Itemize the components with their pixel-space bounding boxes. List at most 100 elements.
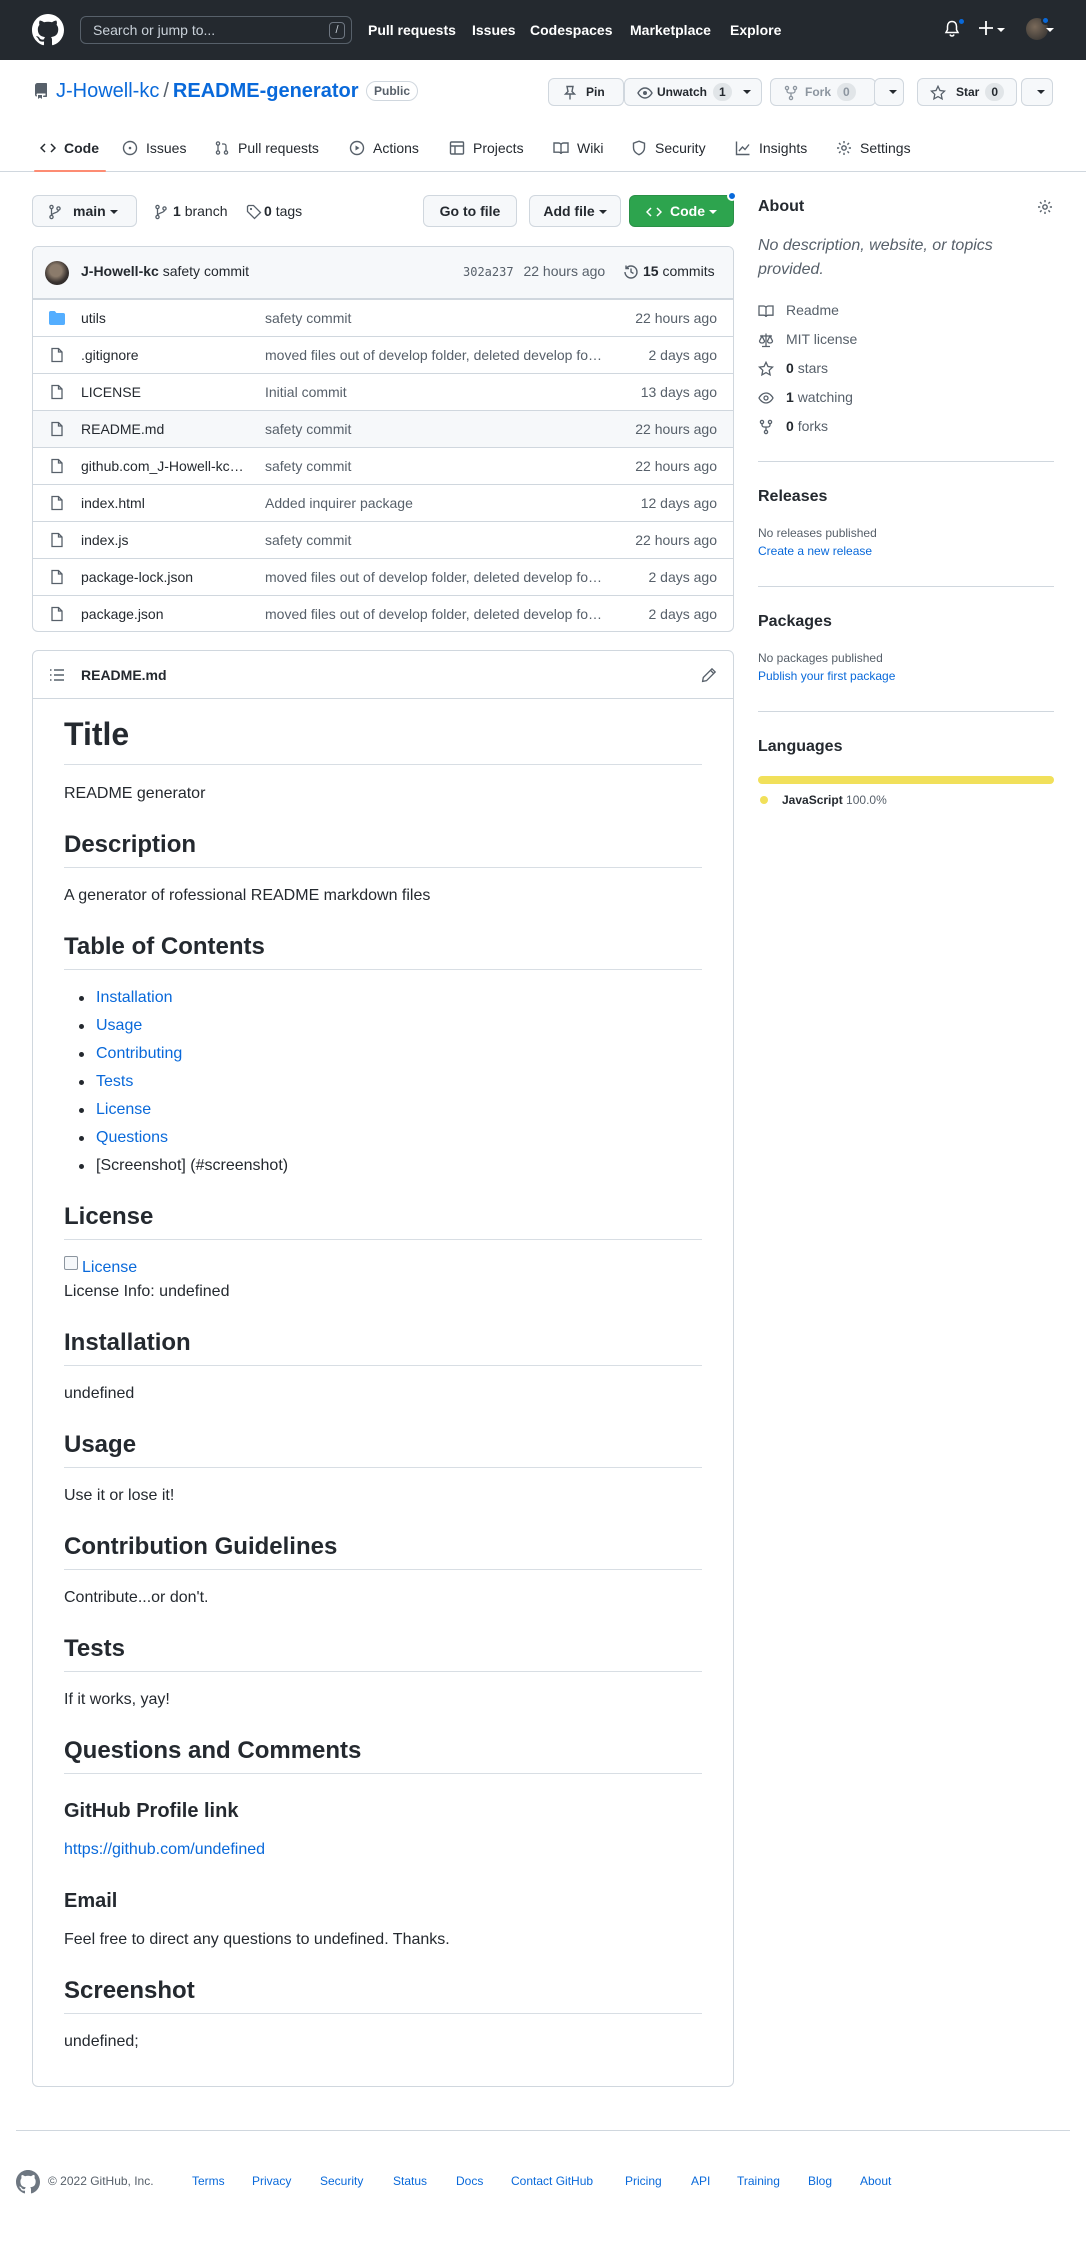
toc-link-license[interactable]: License bbox=[78, 1098, 151, 1122]
code-button[interactable]: Code bbox=[629, 195, 734, 227]
nav-pull-requests[interactable]: Pull requests bbox=[368, 21, 456, 39]
file-name-link[interactable]: LICENSE bbox=[81, 384, 251, 400]
folder-icon bbox=[49, 310, 65, 326]
file-row[interactable]: github.com_J-Howell-kc_README-generator s… bbox=[33, 447, 733, 484]
footer-link-status[interactable]: Status bbox=[393, 2174, 427, 2188]
file-commit-age: 22 hours ago bbox=[635, 458, 717, 474]
nav-issues[interactable]: Issues bbox=[472, 21, 516, 39]
create-new-caret-icon[interactable] bbox=[997, 28, 1005, 32]
file-commit-message-link[interactable]: safety commit bbox=[265, 421, 603, 437]
footer-link-contact[interactable]: Contact GitHub bbox=[511, 2174, 593, 2188]
edit-pencil-icon[interactable] bbox=[701, 667, 717, 683]
commit-author[interactable]: J-Howell-kc bbox=[81, 263, 159, 279]
about-heading: About bbox=[758, 198, 805, 215]
toc-link-contributing[interactable]: Contributing bbox=[78, 1042, 182, 1066]
nav-marketplace[interactable]: Marketplace bbox=[630, 21, 711, 39]
readme-filename[interactable]: README.md bbox=[81, 667, 167, 683]
commit-author-avatar[interactable] bbox=[45, 261, 69, 285]
nav-explore[interactable]: Explore bbox=[730, 21, 781, 39]
license-link-label: MIT license bbox=[786, 331, 858, 347]
footer-link-api[interactable]: API bbox=[691, 2174, 710, 2188]
packages-heading[interactable]: Packages bbox=[758, 613, 832, 631]
file-row[interactable]: package-lock.json moved files out of deve… bbox=[33, 558, 733, 595]
license-badge-image-icon[interactable] bbox=[64, 1256, 78, 1270]
star-button[interactable]: Star 0 bbox=[917, 78, 1017, 106]
toc-link-installation[interactable]: Installation bbox=[79, 986, 173, 1010]
file-commit-message-link[interactable]: moved files out of develop folder, delet… bbox=[265, 347, 603, 363]
outline-list-icon[interactable] bbox=[49, 667, 65, 683]
file-commit-message-link[interactable]: safety commit bbox=[265, 310, 603, 326]
file-name-link[interactable]: github.com_J-Howell-kc_README-generator bbox=[81, 458, 251, 474]
file-commit-message-link[interactable]: safety commit bbox=[265, 532, 603, 548]
commit-sha[interactable]: 302a237 bbox=[463, 265, 514, 279]
watch-caret-icon[interactable] bbox=[743, 90, 751, 94]
file-name-link[interactable]: .gitignore bbox=[81, 347, 251, 363]
create-new-plus-icon[interactable] bbox=[978, 20, 994, 36]
footer-link-training[interactable]: Training bbox=[737, 2174, 780, 2188]
footer-link-about[interactable]: About bbox=[860, 2174, 891, 2188]
github-logo-icon[interactable] bbox=[32, 14, 64, 46]
file-name-link[interactable]: index.html bbox=[81, 495, 251, 511]
toc-link-questions[interactable]: Questions bbox=[78, 1126, 168, 1150]
footer-link-privacy[interactable]: Privacy bbox=[252, 2174, 291, 2188]
readme-header: README.md bbox=[33, 651, 733, 699]
releases-heading[interactable]: Releases bbox=[758, 488, 827, 506]
file-name-link[interactable]: utils bbox=[81, 310, 251, 326]
star-count: 0 bbox=[985, 83, 1005, 101]
md-divider bbox=[64, 2013, 702, 2014]
watch-button[interactable]: Unwatch 1 bbox=[624, 78, 762, 106]
repo-owner-link[interactable]: J-Howell-kc bbox=[56, 80, 159, 102]
about-settings-gear-icon[interactable] bbox=[1037, 199, 1053, 215]
file-row[interactable]: index.html Added inquirer package 12 days … bbox=[33, 484, 733, 521]
search-input[interactable]: Search or jump to... / bbox=[80, 16, 352, 44]
md-divider bbox=[64, 1569, 702, 1570]
fork-dropdown-button[interactable] bbox=[874, 78, 904, 106]
file-row[interactable]: LICENSE Initial commit 13 days ago bbox=[33, 373, 733, 410]
license-badge-link[interactable]: License bbox=[82, 1256, 137, 1280]
fork-text: Fork bbox=[805, 85, 832, 99]
language-javascript[interactable]: JavaScript 100.0% bbox=[782, 793, 887, 807]
file-name-link[interactable]: package.json bbox=[81, 606, 251, 622]
file-row[interactable]: README.md safety commit 22 hours ago bbox=[33, 410, 733, 447]
footer-link-pricing[interactable]: Pricing bbox=[625, 2174, 662, 2188]
commits-count: 15 bbox=[643, 263, 659, 279]
readme-h2-toc: Table of Contents bbox=[64, 933, 265, 960]
file-commit-message-link[interactable]: moved files out of develop folder, delet… bbox=[265, 569, 603, 585]
footer-github-logo-icon[interactable] bbox=[16, 2170, 40, 2194]
md-divider bbox=[64, 1239, 702, 1240]
tab-code[interactable]: Code bbox=[34, 124, 106, 172]
footer-link-blog[interactable]: Blog bbox=[808, 2174, 832, 2188]
file-row[interactable]: utils safety commit 22 hours ago bbox=[33, 299, 733, 336]
repo-name-link[interactable]: README-generator bbox=[173, 80, 359, 102]
file-commit-message-link[interactable]: Initial commit bbox=[265, 384, 603, 400]
shield-icon bbox=[631, 140, 647, 156]
file-row[interactable]: index.js safety commit 22 hours ago bbox=[33, 521, 733, 558]
fork-label: Fork 0 bbox=[805, 79, 856, 105]
commit-message[interactable]: safety commit bbox=[163, 263, 249, 279]
file-commit-message-link[interactable]: safety commit bbox=[265, 458, 603, 474]
fork-button[interactable]: Fork 0 bbox=[770, 78, 876, 106]
footer-link-terms[interactable]: Terms bbox=[192, 2174, 225, 2188]
file-commit-message-link[interactable]: Added inquirer package bbox=[265, 495, 603, 511]
file-row[interactable]: .gitignore moved files out of develop fol… bbox=[33, 336, 733, 373]
create-release-link[interactable]: Create a new release bbox=[758, 544, 872, 558]
add-file-button[interactable]: Add file bbox=[529, 195, 621, 227]
toc-link-tests[interactable]: Tests bbox=[78, 1070, 133, 1094]
file-commit-message-link[interactable]: moved files out of develop folder, delet… bbox=[265, 606, 603, 622]
branch-select-button[interactable]: main bbox=[32, 195, 137, 227]
file-name-link[interactable]: package-lock.json bbox=[81, 569, 251, 585]
file-name-link[interactable]: index.js bbox=[81, 532, 251, 548]
file-row[interactable]: package.json moved files out of develop f… bbox=[33, 595, 733, 631]
footer-link-security[interactable]: Security bbox=[320, 2174, 363, 2188]
footer-link-docs[interactable]: Docs bbox=[456, 2174, 483, 2188]
toc-link-usage[interactable]: Usage bbox=[78, 1014, 142, 1038]
star-dropdown-button[interactable] bbox=[1021, 78, 1053, 106]
user-menu-caret-icon[interactable] bbox=[1046, 28, 1054, 32]
file-name-link[interactable]: README.md bbox=[81, 421, 251, 437]
go-to-file-button[interactable]: Go to file bbox=[423, 195, 517, 227]
watch-label: Unwatch 1 bbox=[657, 79, 732, 105]
publish-package-link[interactable]: Publish your first package bbox=[758, 669, 895, 683]
nav-codespaces[interactable]: Codespaces bbox=[530, 21, 612, 39]
github-profile-link[interactable]: https://github.com/undefined bbox=[64, 1838, 265, 1862]
pin-button[interactable]: Pin bbox=[548, 78, 624, 106]
